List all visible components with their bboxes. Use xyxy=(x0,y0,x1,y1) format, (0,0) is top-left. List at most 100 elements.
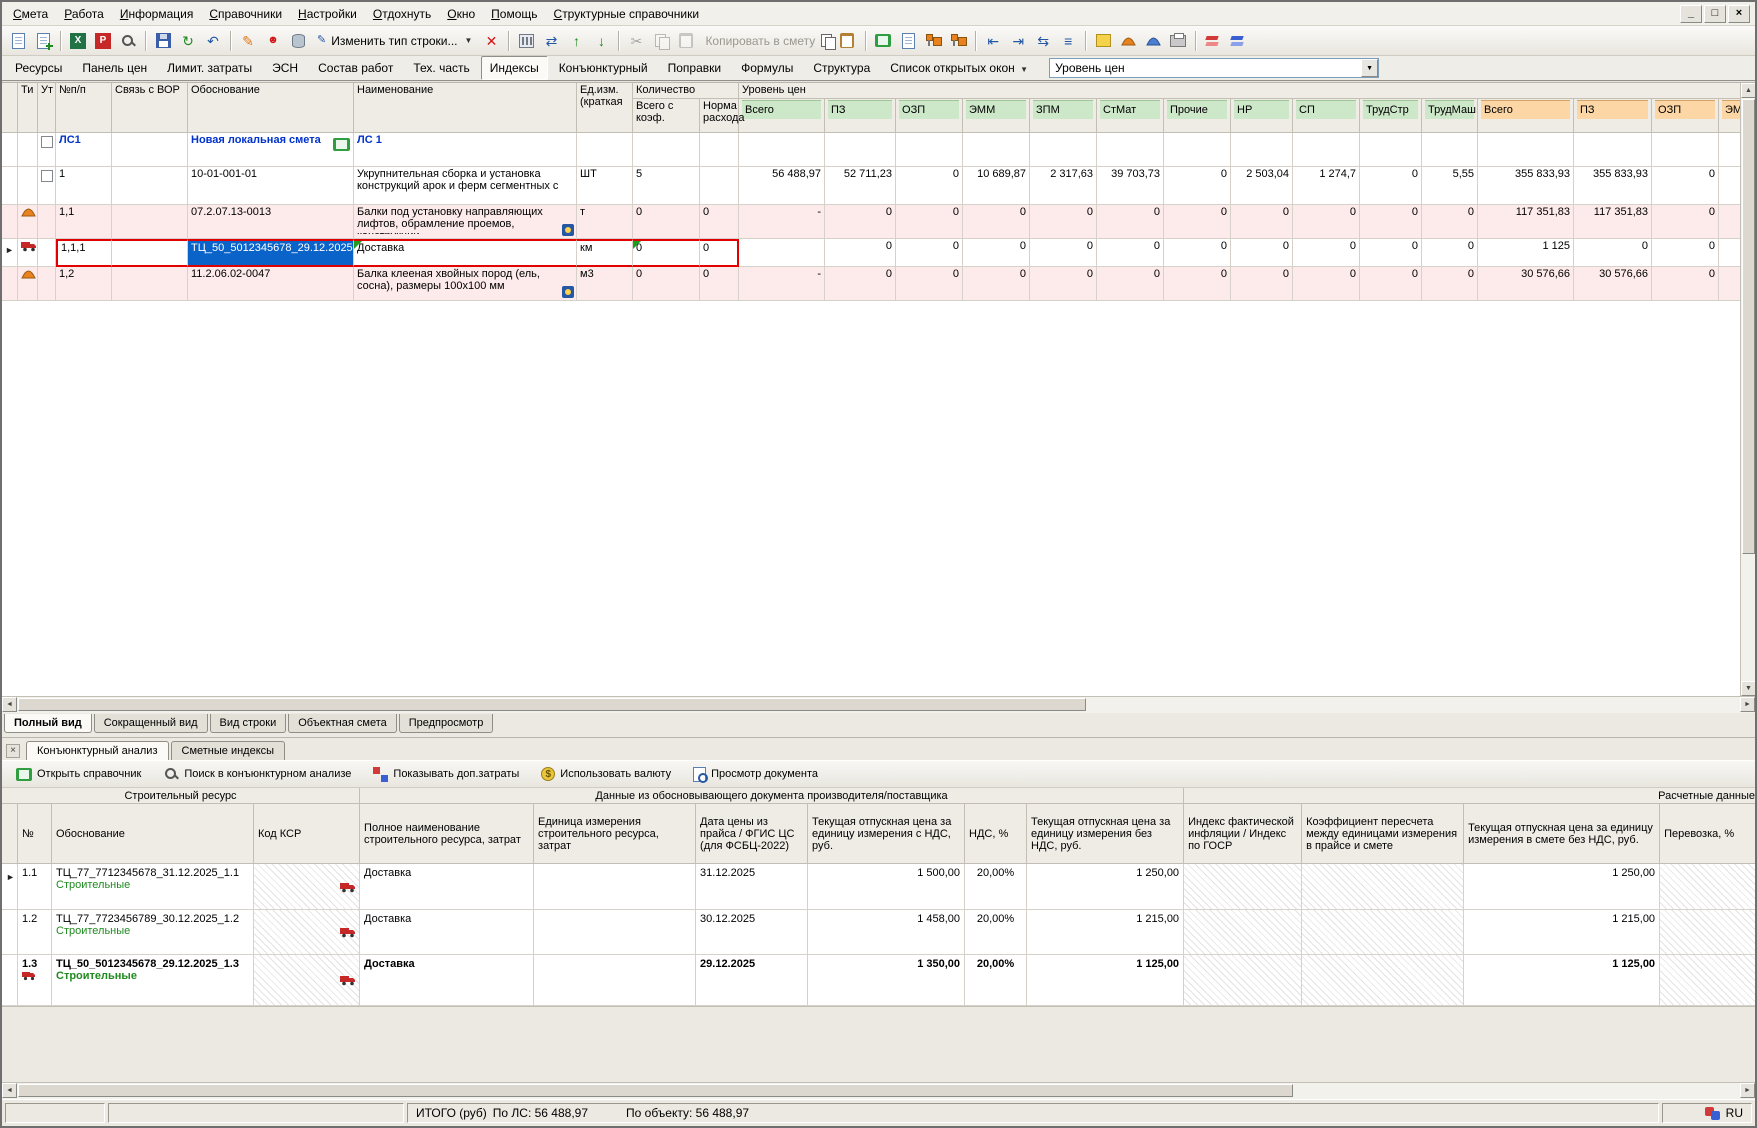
grid-cell[interactable]: 0 xyxy=(1652,267,1719,301)
grid-cell[interactable]: 355 833,93 xyxy=(1574,167,1652,205)
undo-button[interactable]: ↶ xyxy=(201,29,225,53)
scrollbar-thumb[interactable] xyxy=(18,698,1086,711)
approved-cell[interactable] xyxy=(38,133,56,167)
grid-cell[interactable]: 0 xyxy=(1164,205,1231,239)
grid-cell[interactable]: ШТ xyxy=(577,167,633,205)
grid-cell[interactable]: 0 xyxy=(1360,239,1422,267)
grid-cell[interactable] xyxy=(1478,133,1574,167)
excel-export-button[interactable]: X xyxy=(66,29,90,53)
table-cell[interactable]: 20,00% xyxy=(965,864,1027,910)
table-cell[interactable] xyxy=(534,864,696,910)
grid-cell[interactable]: 117 351,83 xyxy=(1574,205,1652,239)
maximize-button[interactable]: □ xyxy=(1704,5,1726,23)
table-cell[interactable]: 20,00% xyxy=(965,955,1027,1006)
grid-cell[interactable]: 0 xyxy=(1360,205,1422,239)
grid-cell[interactable] xyxy=(112,239,188,267)
table-cell[interactable]: 1.3 xyxy=(18,955,52,1006)
copy-to-estimate-button[interactable]: Копировать в смету xyxy=(699,29,860,53)
grid-cell[interactable]: 0 xyxy=(1030,239,1097,267)
grid-cell[interactable]: 0 xyxy=(1030,267,1097,301)
view-tab-short[interactable]: Сокращенный вид xyxy=(94,714,208,733)
grid-cell[interactable]: 1 274,7 xyxy=(1293,167,1360,205)
approved-cell[interactable] xyxy=(38,205,56,239)
table-cell[interactable]: Доставка xyxy=(360,910,534,955)
grid-cell[interactable]: - xyxy=(739,205,825,239)
grid-cell[interactable]: 56 488,97 xyxy=(739,167,825,205)
grid-cell[interactable] xyxy=(1097,133,1164,167)
grid-cell[interactable] xyxy=(112,133,188,167)
grid-cell[interactable]: 0 xyxy=(896,239,963,267)
grid-cell[interactable]: 0 xyxy=(1293,205,1360,239)
layers-red-button[interactable] xyxy=(1201,29,1225,53)
grid-cell[interactable]: 0 xyxy=(1652,205,1719,239)
transfer-button[interactable]: ⇄ xyxy=(539,29,563,53)
approved-cell[interactable] xyxy=(38,167,56,205)
grid-cell[interactable] xyxy=(112,205,188,239)
grid-cell[interactable]: 0 xyxy=(1360,167,1422,205)
ksr-link-icon[interactable] xyxy=(562,224,574,236)
tab-popravki[interactable]: Поправки xyxy=(659,56,730,80)
grid-cell[interactable]: 2 317,63 xyxy=(1030,167,1097,205)
use-currency-button[interactable]: $Использовать валюту xyxy=(533,763,679,785)
grid-cell[interactable] xyxy=(700,167,739,205)
ksr-code-cell[interactable] xyxy=(254,955,360,1006)
checkbox[interactable] xyxy=(41,136,53,148)
grid-cell[interactable]: 0 xyxy=(1360,267,1422,301)
scrollbar-thumb[interactable] xyxy=(18,1084,1293,1097)
grid-cell[interactable]: Новая локальная смета xyxy=(188,133,354,167)
tab-sostav-rabot[interactable]: Состав работ xyxy=(309,56,402,80)
grid-cell[interactable]: 1 xyxy=(56,167,112,205)
grid-cell[interactable] xyxy=(963,133,1030,167)
grid-cell[interactable]: 11.2.06.02-0047 xyxy=(188,267,354,301)
grid-cell[interactable]: 0 xyxy=(1231,205,1293,239)
grid-cell-selected[interactable]: ТЦ_50_5012345678_29.12.2025 xyxy=(188,239,354,267)
grid-cell[interactable]: 52 711,23 xyxy=(825,167,896,205)
close-panel-button[interactable]: × xyxy=(6,744,20,758)
grid-cell[interactable] xyxy=(896,133,963,167)
grid-cell[interactable]: 0 xyxy=(1231,239,1293,267)
grid-cell[interactable]: Доставка xyxy=(354,239,577,267)
grid-cell[interactable] xyxy=(1719,267,1740,301)
table-cell[interactable]: 1 500,00 xyxy=(808,864,965,910)
print-settings-button[interactable] xyxy=(1166,29,1190,53)
resource-blue-button[interactable] xyxy=(1141,29,1165,53)
grid-cell[interactable] xyxy=(1231,133,1293,167)
minimize-button[interactable]: _ xyxy=(1680,5,1702,23)
grid-cell[interactable]: 0 xyxy=(825,239,896,267)
grid-cell[interactable] xyxy=(1293,133,1360,167)
table-cell[interactable]: 1.1 xyxy=(18,864,52,910)
table-cell[interactable]: 1.2 xyxy=(18,910,52,955)
table-cell[interactable]: 1 250,00 xyxy=(1027,864,1184,910)
table-cell[interactable] xyxy=(534,910,696,955)
panel-tab-smetnye-indeksy[interactable]: Сметные индексы xyxy=(171,741,286,760)
update-prices-button[interactable]: ☻ xyxy=(261,29,285,53)
indent-right-button[interactable]: ⇥ xyxy=(1006,29,1030,53)
grid-cell[interactable]: 0 xyxy=(1231,267,1293,301)
table-cell[interactable]: 1 125,00 xyxy=(1464,955,1660,1006)
table-cell[interactable]: 30.12.2025 xyxy=(696,910,808,955)
tab-formuly[interactable]: Формулы xyxy=(732,56,802,80)
change-row-type-button[interactable]: ✎ Изменить тип строки... ▼ xyxy=(311,29,478,53)
menu-nastroyki[interactable]: Настройки xyxy=(290,3,365,25)
grid-cell[interactable] xyxy=(577,133,633,167)
table-cell[interactable]: 1 215,00 xyxy=(1464,910,1660,955)
search-analysis-button[interactable]: Поиск в конъюнктурном анализе xyxy=(155,762,359,786)
scroll-right-button[interactable]: ► xyxy=(1740,1083,1755,1098)
table-cell[interactable] xyxy=(534,955,696,1006)
row-type-cell[interactable] xyxy=(18,239,38,267)
grid-cell[interactable]: 355 833,93 xyxy=(1478,167,1574,205)
checkbox[interactable] xyxy=(41,170,53,182)
table-cell[interactable]: 1 350,00 xyxy=(808,955,965,1006)
tab-panel-cen[interactable]: Панель цен xyxy=(73,56,156,80)
grid-cell[interactable]: - xyxy=(739,267,825,301)
menu-smeta[interactable]: Смета xyxy=(5,3,56,25)
tab-limit-zatraty[interactable]: Лимит. затраты xyxy=(158,56,261,80)
grid-cell[interactable]: 0 xyxy=(1422,205,1478,239)
menu-otdohnut[interactable]: Отдохнуть xyxy=(365,3,439,25)
grid-cell[interactable] xyxy=(1164,133,1231,167)
horizontal-scrollbar[interactable]: ◄ ► xyxy=(2,696,1755,713)
grid-cell[interactable]: Укрупнительная сборка и установка констр… xyxy=(354,167,577,205)
table-cell[interactable]: 1 125,00 xyxy=(1027,955,1184,1006)
grid-cell[interactable]: 0 xyxy=(963,239,1030,267)
menu-okno[interactable]: Окно xyxy=(439,3,483,25)
